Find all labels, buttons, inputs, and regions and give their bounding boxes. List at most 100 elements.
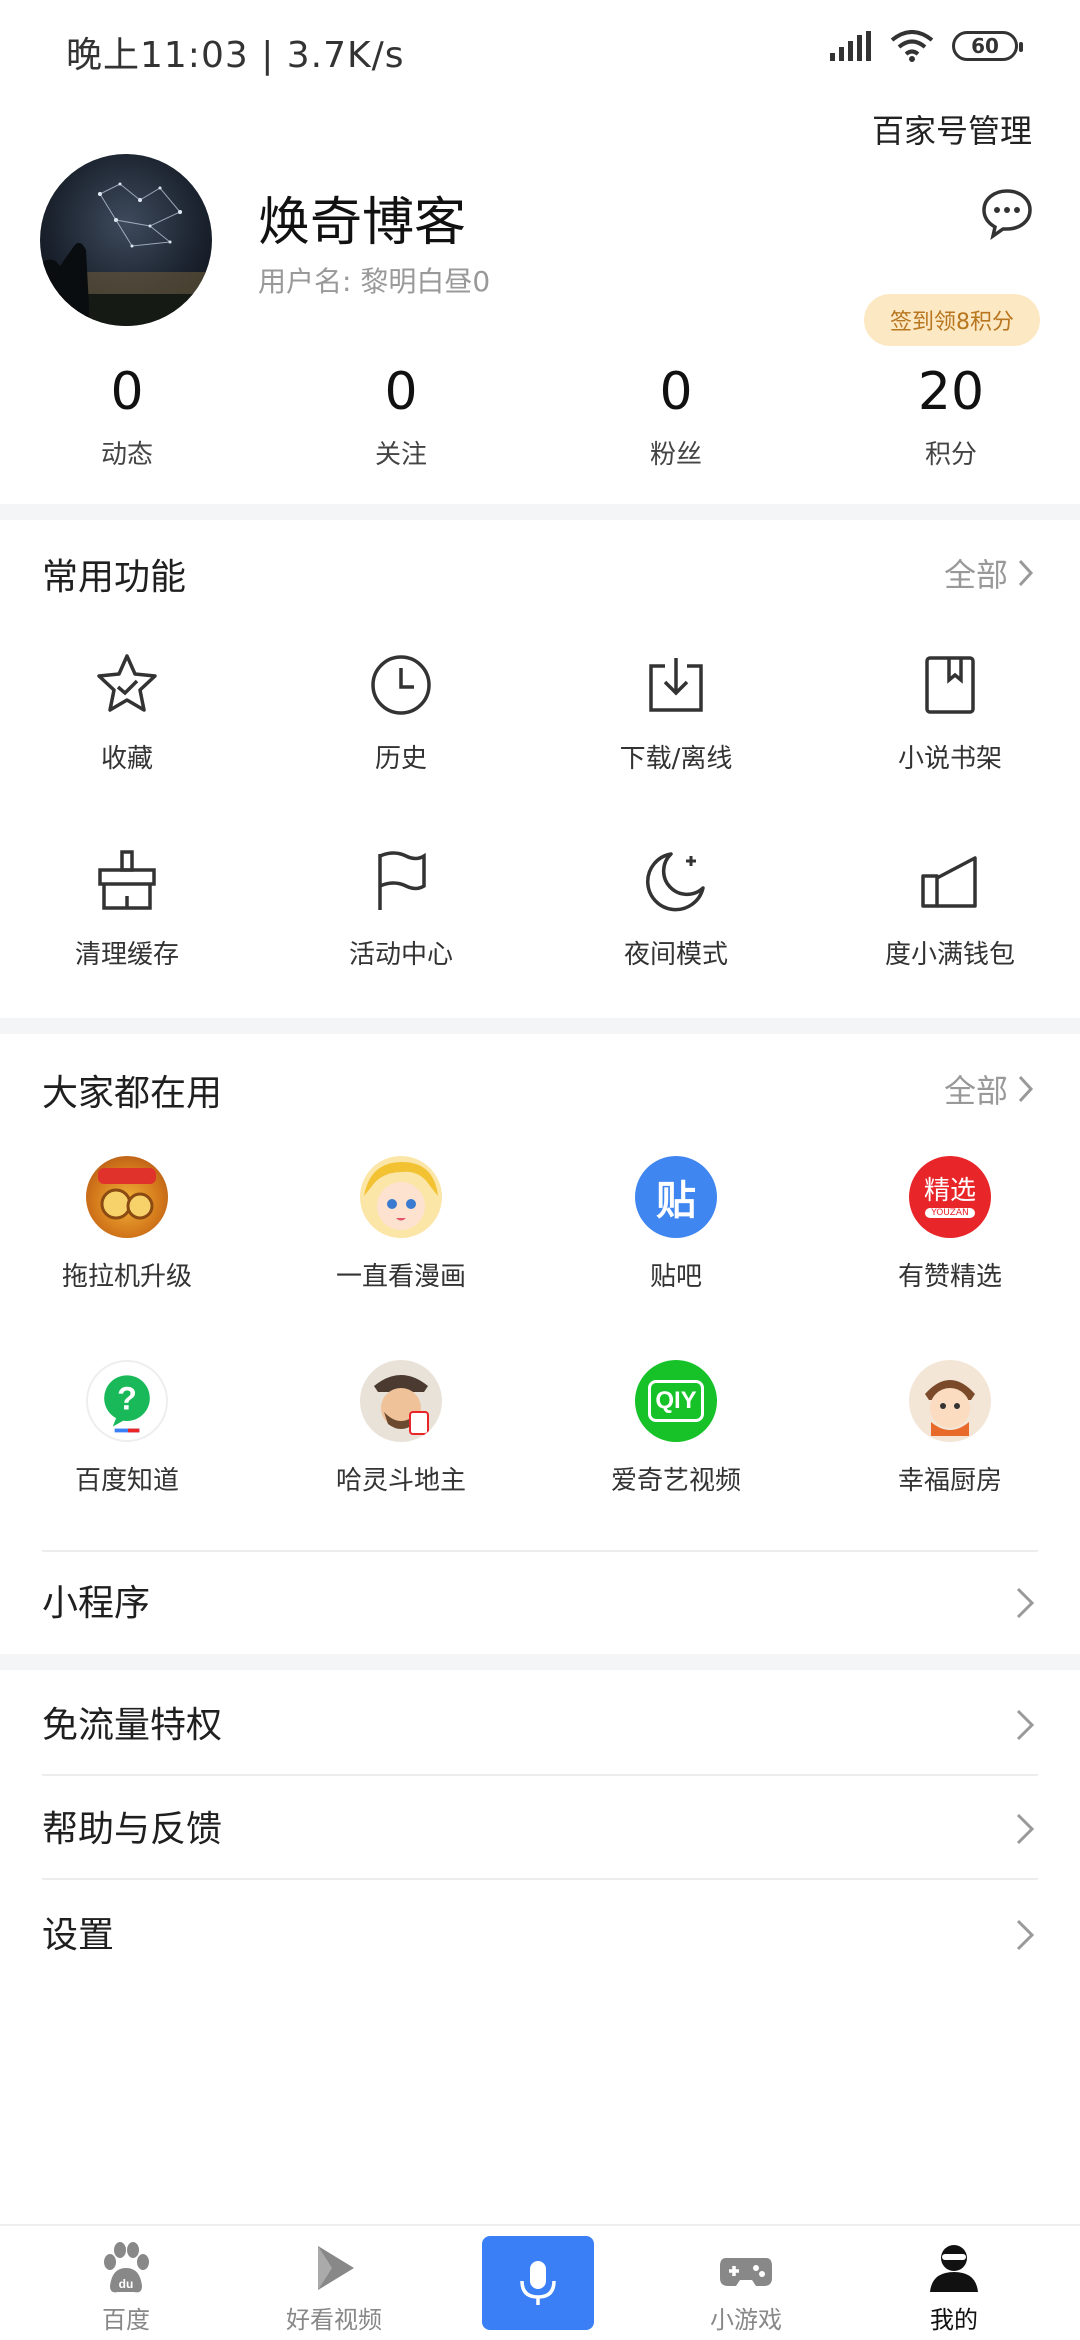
grid-label: 哈灵斗地主 (335, 1466, 466, 1496)
row-mini-program[interactable]: 小程序 (0, 1550, 1080, 1654)
chevron-right-icon (1016, 1709, 1035, 1741)
app-zhidao[interactable]: ? 百度知道 (17, 1360, 237, 1497)
stat-label: 粉丝 (649, 440, 702, 470)
chevron-right-icon (1016, 1587, 1035, 1619)
app-tieba[interactable]: 贴 贴吧 (566, 1156, 786, 1293)
baidu-paw-icon: du (104, 2242, 149, 2293)
youzan-app-icon: 精选 YOUZAN (909, 1156, 991, 1238)
grid-label: 收藏 (100, 744, 153, 774)
profile-username: 用户名: 黎明白昼0 (258, 265, 491, 298)
signal-icon (830, 31, 871, 61)
grid-label: 一直看漫画 (335, 1262, 466, 1292)
iqiyi-glyph: QIY (648, 1380, 704, 1422)
stat-dynamics[interactable]: 0 动态 (27, 360, 227, 471)
chevron-right-icon (1016, 1813, 1035, 1845)
grid-item-download[interactable]: 下载/离线 (566, 650, 786, 775)
gamepad-icon (720, 2258, 772, 2286)
row-label: 小程序 (42, 1583, 151, 1624)
nav-label: 我的 (930, 2306, 978, 2334)
app-kitchen[interactable]: 幸福厨房 (840, 1360, 1060, 1497)
zhidao-app-icon: ? (86, 1360, 168, 1442)
section-divider (0, 1654, 1080, 1670)
tieba-app-icon: 贴 (635, 1156, 717, 1238)
nav-mine[interactable]: 我的 (846, 2226, 1062, 2340)
grid-label: 小说书架 (897, 744, 1002, 774)
stat-fans[interactable]: 0 粉丝 (576, 360, 776, 471)
sign-in-badge[interactable]: 签到领8积分 (864, 294, 1040, 346)
app-youzan[interactable]: 精选 YOUZAN 有赞精选 (840, 1156, 1060, 1293)
user-icon (930, 2245, 978, 2292)
row-free-data[interactable]: 免流量特权 (0, 1672, 1080, 1776)
profile-stats: 0 动态 0 关注 0 粉丝 20 积分 (0, 360, 1080, 480)
section-divider (0, 1018, 1080, 1034)
tieba-glyph: 贴 (656, 1178, 696, 1224)
app-iqiyi[interactable]: QIY 爱奇艺视频 (566, 1360, 786, 1497)
microphone-icon (520, 2261, 556, 2305)
kitchen-app-icon (909, 1360, 991, 1442)
app-doudizhu[interactable]: 哈灵斗地主 (291, 1360, 511, 1497)
svg-text:du: du (119, 2277, 134, 2291)
grid-label: 夜间模式 (623, 940, 728, 970)
row-settings[interactable]: 设置 (0, 1882, 1080, 1986)
doudizhu-app-icon (360, 1360, 442, 1442)
stat-following[interactable]: 0 关注 (301, 360, 501, 471)
voice-search-button[interactable] (482, 2236, 594, 2330)
zhidao-glyph: ? (117, 1381, 137, 1417)
stat-value: 0 (384, 362, 418, 422)
grid-item-activity-center[interactable]: 活动中心 (291, 846, 511, 971)
stat-label: 关注 (374, 440, 427, 470)
row-help-feedback[interactable]: 帮助与反馈 (0, 1776, 1080, 1880)
nav-baidu[interactable]: du 百度 (18, 2226, 234, 2340)
grid-label: 有赞精选 (897, 1262, 1002, 1292)
bookmark-book-icon (925, 656, 975, 714)
row-divider (42, 1878, 1038, 1880)
moon-icon (645, 852, 705, 912)
more-label: 全部 (943, 556, 1008, 594)
grid-item-favorites[interactable]: 收藏 (17, 650, 237, 775)
battery-level: 60 (971, 34, 999, 58)
section-divider (0, 504, 1080, 520)
status-icons: 60 (830, 30, 1023, 62)
grid-label: 百度知道 (74, 1466, 179, 1496)
baijiahao-manage-link[interactable]: 百家号管理 (872, 106, 1032, 152)
avatar[interactable] (40, 154, 212, 326)
grid-item-night-mode[interactable]: 夜间模式 (566, 846, 786, 971)
status-time: 晚上11:03 | 3.7K/s (66, 35, 405, 76)
popular-more[interactable]: 全部 (944, 1066, 1034, 1112)
chevron-right-icon (1018, 559, 1034, 587)
grid-label: 爱奇艺视频 (610, 1466, 741, 1496)
common-functions-title: 常用功能 (42, 557, 187, 598)
stat-value: 0 (659, 362, 693, 422)
grid-label: 清理缓存 (74, 940, 179, 970)
flag-icon (378, 851, 426, 910)
nav-label: 好看视频 (286, 2306, 382, 2334)
message-icon[interactable] (980, 186, 1034, 240)
chevron-right-icon (1016, 1919, 1035, 1951)
app-comic[interactable]: 一直看漫画 (291, 1156, 511, 1293)
more-label: 全部 (943, 1072, 1008, 1110)
grid-item-wallet[interactable]: 度小满钱包 (840, 846, 1060, 971)
clock-icon (371, 655, 431, 715)
nav-games[interactable]: 小游戏 (638, 2226, 854, 2340)
nav-video[interactable]: 好看视频 (226, 2226, 442, 2340)
stat-value: 0 (110, 362, 144, 422)
grid-label: 活动中心 (348, 940, 453, 970)
profile-name[interactable]: 焕奇博客 (258, 180, 466, 255)
row-divider (42, 1550, 1038, 1552)
app-tractor-upgrade[interactable]: 拖拉机升级 (17, 1156, 237, 1293)
grid-item-history[interactable]: 历史 (291, 650, 511, 775)
row-label: 设置 (42, 1915, 115, 1956)
nav-label: 百度 (102, 2306, 150, 2334)
wifi-icon (890, 30, 934, 62)
grid-label: 历史 (374, 744, 427, 774)
row-label: 免流量特权 (42, 1705, 223, 1746)
status-bar: 晚上11:03 | 3.7K/s 60 (0, 0, 1080, 100)
grid-item-clear-cache[interactable]: 清理缓存 (17, 846, 237, 971)
play-icon (318, 2246, 354, 2290)
common-functions-more[interactable]: 全部 (944, 550, 1034, 596)
grid-item-novel-shelf[interactable]: 小说书架 (840, 650, 1060, 775)
stat-label: 动态 (100, 440, 153, 470)
stat-points[interactable]: 20 积分 (851, 360, 1051, 471)
grid-label: 贴吧 (649, 1262, 702, 1292)
iqiyi-app-icon: QIY (635, 1360, 717, 1442)
